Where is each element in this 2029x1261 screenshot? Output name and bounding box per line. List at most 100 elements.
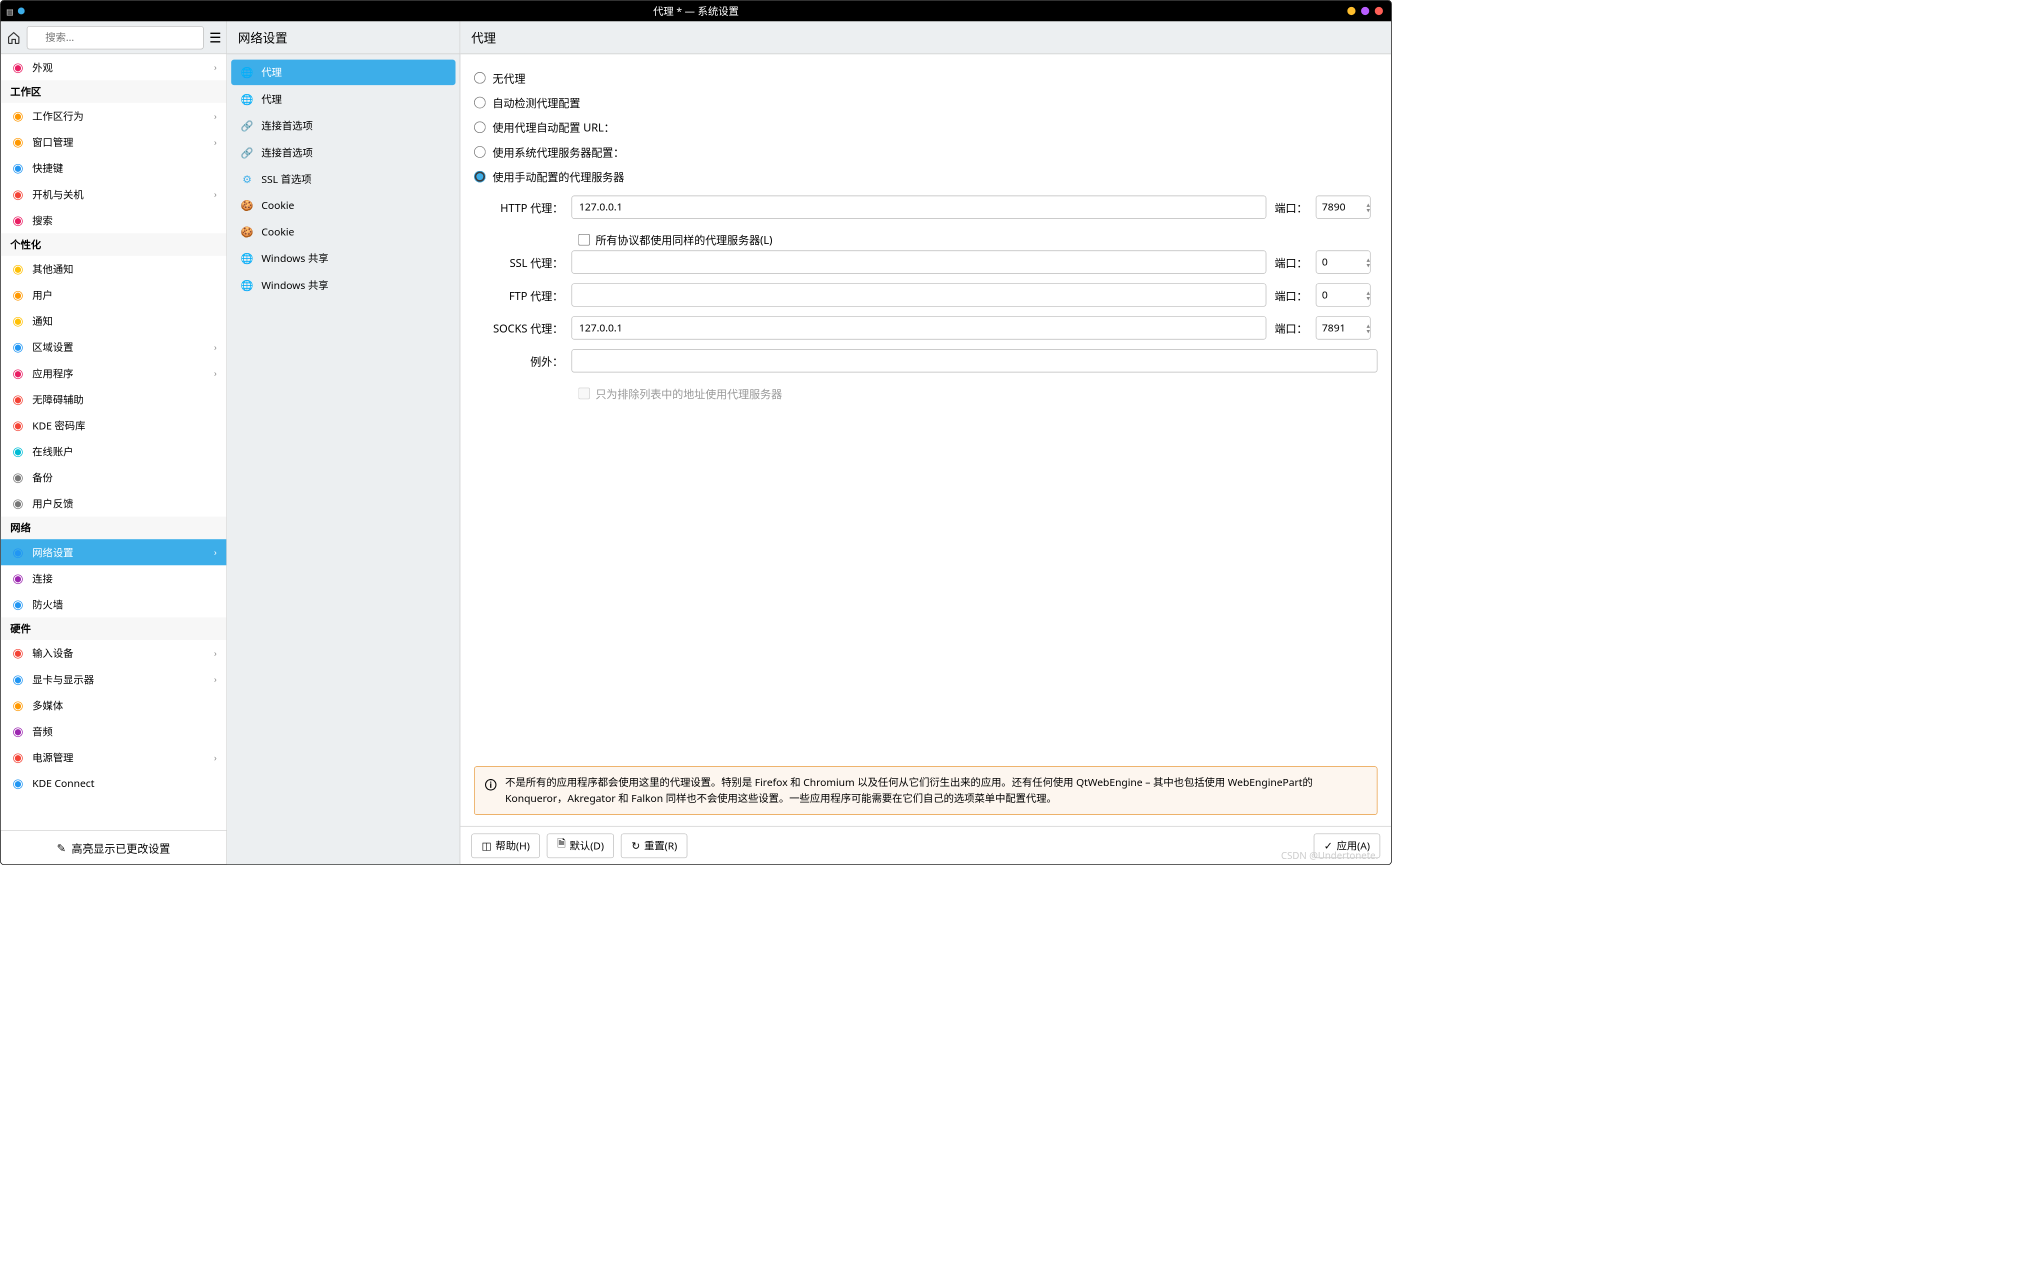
sidebar-item[interactable]: ◉网络设置› [1, 539, 227, 565]
proxy-mode-radio-row[interactable]: 使用代理自动配置 URL： [474, 115, 1377, 140]
sidebar-item[interactable]: ◉KDE 密码库 [1, 412, 227, 438]
sidebar-item[interactable]: ◉搜索 [1, 207, 227, 233]
proxy-mode-radio-row[interactable]: 使用手动配置的代理服务器 [474, 164, 1377, 189]
sidebar-item[interactable]: ◉快捷键 [1, 155, 227, 181]
socks-port-input[interactable]: 7891 [1316, 316, 1371, 339]
sidebar-item-label: 无障碍辅助 [32, 392, 83, 406]
sublist-item[interactable]: ⚙SSL 首选项 [231, 167, 455, 192]
ftp-proxy-input[interactable] [571, 283, 1266, 306]
sidebar-item-label: 多媒体 [32, 698, 63, 712]
sidebar-item[interactable]: ◉音频 [1, 718, 227, 744]
sidebar-item[interactable]: ◉备份 [1, 464, 227, 490]
chevron-right-icon: › [214, 136, 217, 148]
proxy-mode-radio[interactable] [474, 72, 486, 84]
sidebar-item[interactable]: ◉用户反馈 [1, 490, 227, 516]
category-icon: ◉ [10, 314, 25, 329]
sidebar-item[interactable]: ◉工作区行为› [1, 103, 227, 129]
socks-proxy-input[interactable] [571, 316, 1266, 339]
sidebar-item[interactable]: ◉显卡与显示器› [1, 666, 227, 692]
category-icon: ◉ [10, 646, 25, 661]
http-proxy-input[interactable] [571, 196, 1266, 219]
sidebar-item[interactable]: ◉区域设置› [1, 334, 227, 360]
ftp-port-input[interactable]: 0 [1316, 283, 1371, 306]
search-input[interactable] [27, 26, 204, 49]
sublist-item[interactable]: 🌐代理 [231, 60, 455, 85]
sublist-icon: 🌐 [239, 92, 254, 106]
sidebar-item[interactable]: ◉ 多媒体 [1, 692, 227, 718]
port-spinner[interactable]: ▴▾ [1367, 202, 1378, 213]
sublist-item[interactable]: 🌐Windows 共享 [231, 246, 455, 271]
reset-button[interactable]: ↻重置(R) [621, 833, 687, 858]
defaults-button[interactable]: 🗎默认(D) [547, 833, 614, 858]
category-icon: ◉ [10, 724, 25, 739]
chevron-right-icon: › [214, 751, 217, 763]
proxy-mode-radio[interactable] [474, 170, 486, 182]
home-button[interactable] [6, 26, 21, 49]
sidebar-item[interactable]: ◉开机与关机› [1, 181, 227, 207]
chevron-right-icon: › [214, 61, 217, 73]
info-text: 不是所有的应用程序都会使用这里的代理设置。特别是 Firefox 和 Chrom… [505, 775, 1367, 806]
radio-label: 使用代理自动配置 URL： [493, 119, 615, 135]
sidebar-item[interactable]: ◉在线账户 [1, 438, 227, 464]
sublist-item[interactable]: 🍪Cookie [231, 220, 455, 245]
sidebar-item[interactable]: ◉通知 [1, 308, 227, 334]
sublist-item[interactable]: 🔗 连接首选项 [231, 140, 455, 165]
sidebar-item[interactable]: ◉用户 [1, 282, 227, 308]
sidebar-item-label: 窗口管理 [32, 135, 73, 149]
category-icon: ◉ [10, 60, 25, 75]
sidebar-item[interactable]: ◉应用程序› [1, 360, 227, 386]
sublist-label: Windows 共享 [261, 278, 328, 292]
category-icon: ◉ [10, 571, 25, 586]
sublist-icon: 🍪 [239, 199, 254, 213]
proxy-mode-radio[interactable] [474, 121, 486, 133]
socks-proxy-label: SOCKS 代理： [488, 320, 563, 336]
sidebar-item[interactable]: ◉外观› [1, 54, 227, 80]
help-button[interactable]: ◫帮助(H) [471, 833, 540, 858]
sublist-item[interactable]: 🔗连接首选项 [231, 113, 455, 138]
sublist-item[interactable]: 🌐 Windows 共享 [231, 272, 455, 297]
sublist-label: Cookie [261, 199, 294, 213]
proxy-mode-radio-row[interactable]: 使用系统代理服务器配置： [474, 139, 1377, 164]
sidebar-item-label: 用户反馈 [32, 496, 73, 510]
sidebar-item[interactable]: ◉连接 [1, 565, 227, 591]
ssl-proxy-input[interactable] [571, 250, 1266, 273]
category-icon: ◉ [10, 470, 25, 485]
category-icon: ◉ [10, 698, 25, 713]
proxy-mode-radio[interactable] [474, 96, 486, 108]
sidebar-item-label: 区域设置 [32, 340, 73, 354]
proxy-mode-radio[interactable] [474, 146, 486, 158]
sublist-label: 连接首选项 [261, 145, 312, 159]
maximize-icon[interactable] [1361, 7, 1369, 15]
minimize-icon[interactable] [1347, 7, 1355, 15]
sublist-item[interactable]: 🍪 Cookie [231, 193, 455, 218]
hamburger-menu[interactable]: ☰ [209, 26, 221, 49]
close-icon[interactable] [1375, 7, 1383, 15]
category-icon: ◉ [10, 261, 25, 276]
category-icon: ◉ [10, 418, 25, 433]
sidebar-item[interactable]: ◉KDE Connect [1, 770, 227, 796]
sidebar-item[interactable]: ◉电源管理› [1, 744, 227, 770]
proxy-mode-radio-row[interactable]: 自动检测代理配置 [474, 90, 1377, 115]
document-icon: 🗎 [557, 837, 565, 854]
sublist-icon: 🔗 [239, 146, 254, 160]
sidebar-item[interactable]: ◉输入设备› [1, 640, 227, 666]
highlight-changed-button[interactable]: ✎ 高亮显示已更改设置 [1, 830, 227, 864]
sidebar-item-label: 用户 [32, 288, 53, 302]
sublist-item[interactable]: 🌐代理 [231, 86, 455, 111]
chevron-right-icon: › [214, 546, 217, 558]
proxy-mode-radio-row[interactable]: 无代理 [474, 65, 1377, 90]
sidebar-item-label: 电源管理 [32, 750, 73, 764]
exception-input[interactable] [571, 349, 1377, 372]
page-title: 代理 [460, 21, 1391, 54]
sidebar-item[interactable]: ◉防火墙 [1, 591, 227, 617]
sidebar-item[interactable]: ◉其他通知 [1, 256, 227, 282]
category-icon: ◉ [10, 366, 25, 381]
http-port-input[interactable]: 7890 [1316, 196, 1371, 219]
sidebar-item[interactable]: ◉无障碍辅助 [1, 386, 227, 412]
ssl-port-input[interactable]: 0 [1316, 250, 1371, 273]
app-menu-icon[interactable]: ▤ [6, 5, 25, 17]
sidebar-item[interactable]: ◉窗口管理› [1, 129, 227, 155]
use-same-proxy-checkbox[interactable] [578, 234, 590, 246]
sublist-icon: 🌐 [239, 278, 254, 292]
chevron-right-icon: › [214, 367, 217, 379]
